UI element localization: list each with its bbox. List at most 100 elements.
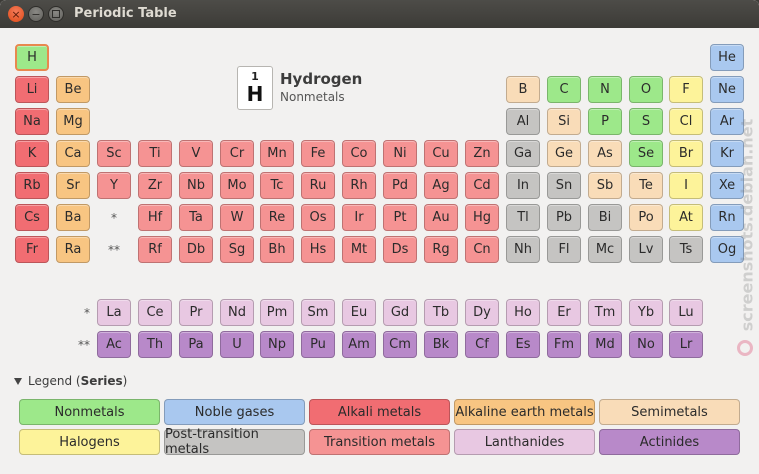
element-nh-button[interactable]: Nh xyxy=(506,236,540,263)
element-ir-button[interactable]: Ir xyxy=(342,204,376,231)
element-al-button[interactable]: Al xyxy=(506,108,540,135)
element-in-button[interactable]: In xyxy=(506,172,540,199)
element-hg-button[interactable]: Hg xyxy=(465,204,499,231)
element-cl-button[interactable]: Cl xyxy=(669,108,703,135)
element-cf-button[interactable]: Cf xyxy=(465,331,499,358)
element-bh-button[interactable]: Bh xyxy=(260,236,294,263)
legend-transition-metals-button[interactable]: Transition metals xyxy=(309,429,450,455)
legend-lanthanides-button[interactable]: Lanthanides xyxy=(454,429,595,455)
element-hs-button[interactable]: Hs xyxy=(301,236,335,263)
element-lu-button[interactable]: Lu xyxy=(669,299,703,326)
element-n-button[interactable]: N xyxy=(588,76,622,103)
element-ra-button[interactable]: Ra xyxy=(56,236,90,263)
element-mc-button[interactable]: Mc xyxy=(588,236,622,263)
element-sm-button[interactable]: Sm xyxy=(301,299,335,326)
legend-semimetals-button[interactable]: Semimetals xyxy=(599,399,740,425)
element-cs-button[interactable]: Cs xyxy=(15,204,49,231)
element-pm-button[interactable]: Pm xyxy=(260,299,294,326)
element-cr-button[interactable]: Cr xyxy=(220,140,254,167)
element-cd-button[interactable]: Cd xyxy=(465,172,499,199)
element-zn-button[interactable]: Zn xyxy=(465,140,499,167)
element-na-button[interactable]: Na xyxy=(15,108,49,135)
element-i-button[interactable]: I xyxy=(669,172,703,199)
element-re-button[interactable]: Re xyxy=(260,204,294,231)
element-gd-button[interactable]: Gd xyxy=(383,299,417,326)
element-mg-button[interactable]: Mg xyxy=(56,108,90,135)
element-pa-button[interactable]: Pa xyxy=(179,331,213,358)
element-la-button[interactable]: La xyxy=(97,299,131,326)
element-ca-button[interactable]: Ca xyxy=(56,140,90,167)
element-sb-button[interactable]: Sb xyxy=(588,172,622,199)
element-he-button[interactable]: He xyxy=(710,44,744,71)
close-button[interactable]: × xyxy=(8,6,24,22)
legend-noble-gases-button[interactable]: Noble gases xyxy=(164,399,305,425)
element-h-button[interactable]: H xyxy=(15,44,49,71)
element-fe-button[interactable]: Fe xyxy=(301,140,335,167)
element-nb-button[interactable]: Nb xyxy=(179,172,213,199)
element-cn-button[interactable]: Cn xyxy=(465,236,499,263)
legend-post-transition-metals-button[interactable]: Post-transition metals xyxy=(164,427,305,457)
element-w-button[interactable]: W xyxy=(220,204,254,231)
element-pr-button[interactable]: Pr xyxy=(179,299,213,326)
element-co-button[interactable]: Co xyxy=(342,140,376,167)
minimize-button[interactable]: − xyxy=(28,6,44,22)
element-as-button[interactable]: As xyxy=(588,140,622,167)
element-ti-button[interactable]: Ti xyxy=(138,140,172,167)
element-fm-button[interactable]: Fm xyxy=(547,331,581,358)
element-f-button[interactable]: F xyxy=(669,76,703,103)
element-np-button[interactable]: Np xyxy=(260,331,294,358)
element-mo-button[interactable]: Mo xyxy=(220,172,254,199)
element-th-button[interactable]: Th xyxy=(138,331,172,358)
element-ts-button[interactable]: Ts xyxy=(669,236,703,263)
element-cu-button[interactable]: Cu xyxy=(424,140,458,167)
element-s-button[interactable]: S xyxy=(629,108,663,135)
element-pt-button[interactable]: Pt xyxy=(383,204,417,231)
element-c-button[interactable]: C xyxy=(547,76,581,103)
element-es-button[interactable]: Es xyxy=(506,331,540,358)
legend-actinides-button[interactable]: Actinides xyxy=(599,429,740,455)
element-fl-button[interactable]: Fl xyxy=(547,236,581,263)
element-rf-button[interactable]: Rf xyxy=(138,236,172,263)
element-rg-button[interactable]: Rg xyxy=(424,236,458,263)
maximize-button[interactable] xyxy=(48,6,64,22)
element-u-button[interactable]: U xyxy=(220,331,254,358)
element-ge-button[interactable]: Ge xyxy=(547,140,581,167)
element-ho-button[interactable]: Ho xyxy=(506,299,540,326)
element-p-button[interactable]: P xyxy=(588,108,622,135)
element-ce-button[interactable]: Ce xyxy=(138,299,172,326)
element-ag-button[interactable]: Ag xyxy=(424,172,458,199)
legend-alkali-metals-button[interactable]: Alkali metals xyxy=(309,399,450,425)
element-k-button[interactable]: K xyxy=(15,140,49,167)
element-lv-button[interactable]: Lv xyxy=(629,236,663,263)
element-tm-button[interactable]: Tm xyxy=(588,299,622,326)
element-zr-button[interactable]: Zr xyxy=(138,172,172,199)
element-ga-button[interactable]: Ga xyxy=(506,140,540,167)
element-ac-button[interactable]: Ac xyxy=(97,331,131,358)
element-lr-button[interactable]: Lr xyxy=(669,331,703,358)
element-tb-button[interactable]: Tb xyxy=(424,299,458,326)
element-eu-button[interactable]: Eu xyxy=(342,299,376,326)
element-y-button[interactable]: Y xyxy=(97,172,131,199)
element-ba-button[interactable]: Ba xyxy=(56,204,90,231)
element-fr-button[interactable]: Fr xyxy=(15,236,49,263)
element-se-button[interactable]: Se xyxy=(629,140,663,167)
element-er-button[interactable]: Er xyxy=(547,299,581,326)
element-ta-button[interactable]: Ta xyxy=(179,204,213,231)
element-au-button[interactable]: Au xyxy=(424,204,458,231)
element-po-button[interactable]: Po xyxy=(629,204,663,231)
element-ni-button[interactable]: Ni xyxy=(383,140,417,167)
element-nd-button[interactable]: Nd xyxy=(220,299,254,326)
element-te-button[interactable]: Te xyxy=(629,172,663,199)
element-rh-button[interactable]: Rh xyxy=(342,172,376,199)
element-bk-button[interactable]: Bk xyxy=(424,331,458,358)
element-no-button[interactable]: No xyxy=(629,331,663,358)
element-at-button[interactable]: At xyxy=(669,204,703,231)
legend-halogens-button[interactable]: Halogens xyxy=(19,429,160,455)
element-mt-button[interactable]: Mt xyxy=(342,236,376,263)
element-sg-button[interactable]: Sg xyxy=(220,236,254,263)
element-li-button[interactable]: Li xyxy=(15,76,49,103)
element-ds-button[interactable]: Ds xyxy=(383,236,417,263)
element-os-button[interactable]: Os xyxy=(301,204,335,231)
element-tc-button[interactable]: Tc xyxy=(260,172,294,199)
element-pu-button[interactable]: Pu xyxy=(301,331,335,358)
